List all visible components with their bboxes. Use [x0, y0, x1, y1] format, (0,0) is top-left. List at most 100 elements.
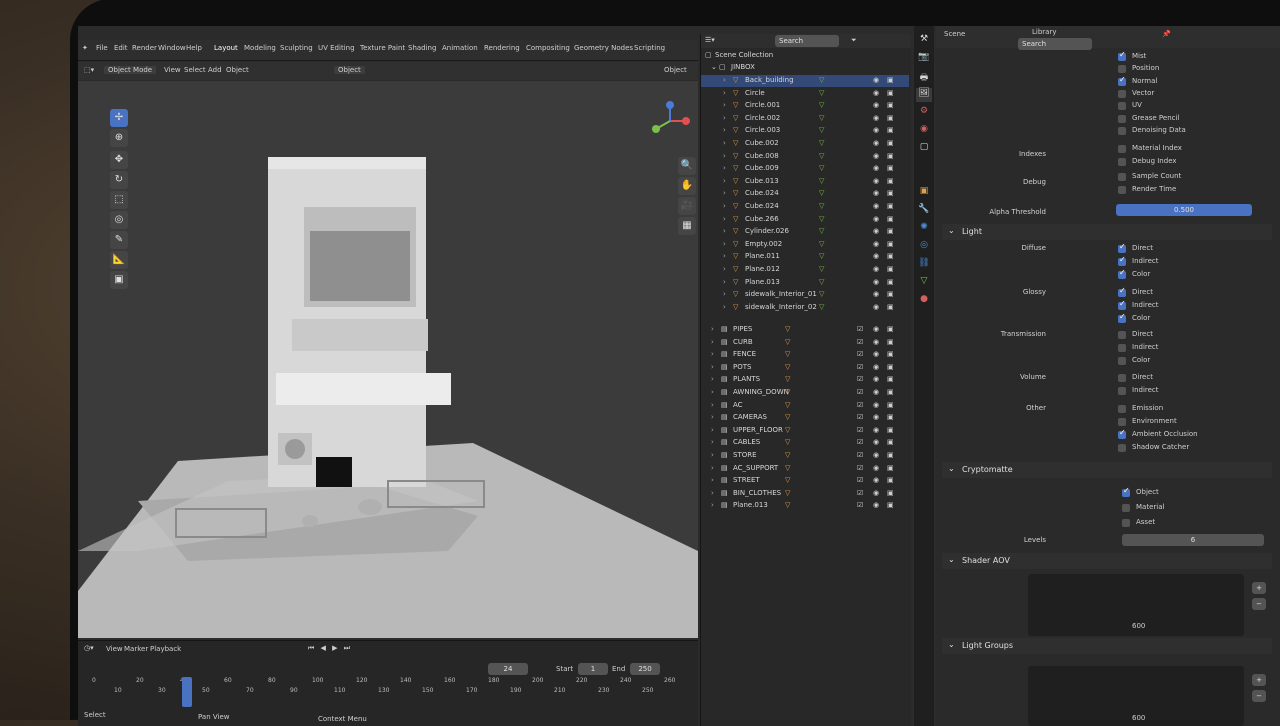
outliner-object-row[interactable]: › ▽ Circle ▽ ◉ ▣ — [701, 88, 909, 100]
outliner-object-row[interactable]: › ▽ sidewalk_Interior_02 ▽ ◉ ▣ — [701, 302, 909, 314]
outliner-collection-row[interactable]: › ▤ CABLES ▽ ☑ ◉ ▣ — [701, 437, 909, 449]
exclude-checkbox-icon[interactable]: ☑ — [857, 451, 863, 459]
render-camera-icon[interactable]: ▣ — [887, 215, 894, 223]
grid-view-icon[interactable]: ▦ — [678, 217, 696, 235]
scene-collection-row[interactable]: ▢ Scene Collection — [701, 50, 909, 62]
visibility-eye-icon[interactable]: ◉ — [873, 476, 879, 484]
visibility-eye-icon[interactable]: ◉ — [873, 114, 879, 122]
current-frame-field[interactable]: 24 — [488, 663, 528, 675]
expand-arrow-icon[interactable]: › — [723, 303, 726, 311]
outliner-object-row[interactable]: › ▽ Circle.002 ▽ ◉ ▣ — [701, 113, 909, 125]
visibility-eye-icon[interactable]: ◉ — [873, 240, 879, 248]
remove-aov-button[interactable]: − — [1252, 598, 1266, 610]
checkbox[interactable] — [1118, 173, 1126, 181]
visibility-eye-icon[interactable]: ◉ — [873, 164, 879, 172]
chevron-down-icon[interactable]: ⌄ — [948, 640, 955, 649]
visibility-eye-icon[interactable]: ◉ — [873, 375, 879, 383]
expand-arrow-icon[interactable]: › — [711, 501, 714, 509]
outliner-collection-row[interactable]: › ▤ PLANTS ▽ ☑ ◉ ▣ — [701, 374, 909, 386]
checkbox[interactable] — [1118, 428, 1126, 439]
root-collection-row[interactable]: ⌄ ▢ JINBOX — [701, 62, 909, 74]
viewport-menu-view[interactable]: View — [164, 66, 181, 74]
outliner-collection-row[interactable]: › ▤ AWNING_DOWN ▽ ☑ ◉ ▣ — [701, 387, 909, 399]
visibility-eye-icon[interactable]: ◉ — [873, 303, 879, 311]
end-frame-field[interactable]: 250 — [630, 663, 660, 675]
render-camera-icon[interactable]: ▣ — [887, 189, 894, 197]
render-camera-icon[interactable]: ▣ — [887, 363, 894, 371]
outliner-object-row[interactable]: › ▽ Plane.013 ▽ ◉ ▣ — [701, 277, 909, 289]
add-aov-button[interactable]: + — [1252, 582, 1266, 594]
visibility-eye-icon[interactable]: ◉ — [873, 413, 879, 421]
tab-modeling[interactable]: Modeling — [244, 44, 276, 52]
zoom-icon[interactable]: 🔍 — [678, 157, 696, 175]
outliner-object-row[interactable]: › ▽ Plane.012 ▽ ◉ ▣ — [701, 264, 909, 276]
data-tab-icon[interactable]: ▽ — [916, 276, 932, 290]
expand-arrow-icon[interactable]: › — [711, 375, 714, 383]
object-mode-dropdown[interactable]: Object Mode — [104, 66, 157, 74]
outliner-collection-row[interactable]: › ▤ BIN_CLOTHES ▽ ☑ ◉ ▣ — [701, 488, 909, 500]
outliner-object-row[interactable]: › ▽ Cube.002 ▽ ◉ ▣ — [701, 138, 909, 150]
visibility-eye-icon[interactable]: ◉ — [873, 89, 879, 97]
expand-arrow-icon[interactable]: › — [723, 126, 726, 134]
menu-edit[interactable]: Edit — [114, 44, 128, 52]
render-camera-icon[interactable]: ▣ — [887, 426, 894, 434]
visibility-eye-icon[interactable]: ◉ — [873, 290, 879, 298]
checkbox[interactable] — [1118, 158, 1126, 166]
checkbox[interactable] — [1118, 242, 1126, 253]
tab-animation[interactable]: Animation — [442, 44, 478, 52]
modifier-tab-icon[interactable]: 🔧 — [916, 204, 932, 218]
transform-tool-icon[interactable]: ◎ — [110, 211, 128, 229]
checkbox[interactable] — [1118, 65, 1126, 74]
expand-arrow-icon[interactable]: › — [711, 464, 714, 472]
visibility-eye-icon[interactable]: ◉ — [873, 489, 879, 497]
visibility-eye-icon[interactable]: ◉ — [873, 76, 879, 84]
outliner-collection-row[interactable]: › ▤ STREET ▽ ☑ ◉ ▣ — [701, 475, 909, 487]
playback-controls[interactable]: ⏮ ◀ ▶ ⏭ — [308, 644, 352, 653]
tab-shading[interactable]: Shading — [408, 44, 436, 52]
expand-arrow-icon[interactable]: › — [711, 438, 714, 446]
select-tool-icon[interactable]: ✢ — [110, 109, 128, 127]
view-layer-tab-icon[interactable]: 🖼 — [916, 88, 932, 102]
expand-arrow-icon[interactable]: › — [723, 227, 726, 235]
tab-sculpting[interactable]: Sculpting — [280, 44, 313, 52]
expand-arrow-icon[interactable]: › — [723, 76, 726, 84]
rotate-tool-icon[interactable]: ↻ — [110, 171, 128, 189]
expand-arrow-icon[interactable]: › — [711, 350, 714, 358]
outliner-object-row[interactable]: › ▽ Cube.009 ▽ ◉ ▣ — [701, 163, 909, 175]
outliner-editor-icon[interactable]: ☰▾ — [705, 36, 715, 44]
checkbox[interactable] — [1118, 75, 1126, 86]
expand-arrow-icon[interactable]: ⌄ — [711, 63, 717, 71]
checkbox[interactable] — [1118, 357, 1126, 365]
pan-hand-icon[interactable]: ✋ — [678, 177, 696, 195]
properties-search-input[interactable]: Search — [1018, 38, 1092, 50]
outliner-object-row[interactable]: › ▽ Cube.024 ▽ ◉ ▣ — [701, 201, 909, 213]
cryptomatte-levels-field[interactable]: 6 — [1122, 534, 1264, 546]
pin-icon[interactable]: 📌 — [1162, 30, 1171, 38]
tab-scripting[interactable]: Scripting — [634, 44, 665, 52]
remove-light-group-button[interactable]: − — [1252, 690, 1266, 702]
object-tab-icon[interactable]: ▣ — [916, 186, 932, 200]
checkbox[interactable] — [1118, 387, 1126, 395]
3d-viewport[interactable]: ✢ ⊕ ✥ ↻ ⬚ ◎ ✎ 📐 ▣ 🔍 ✋ 🎥 ▦ — [78, 81, 698, 638]
visibility-eye-icon[interactable]: ◉ — [873, 177, 879, 185]
render-camera-icon[interactable]: ▣ — [887, 101, 894, 109]
outliner-object-row[interactable]: › ▽ Back_building ▽ ◉ ▣ — [701, 75, 909, 87]
expand-arrow-icon[interactable]: › — [723, 89, 726, 97]
render-camera-icon[interactable]: ▣ — [887, 152, 894, 160]
playhead[interactable] — [182, 677, 192, 707]
render-camera-icon[interactable]: ▣ — [887, 252, 894, 260]
tab-compositing[interactable]: Compositing — [526, 44, 570, 52]
exclude-checkbox-icon[interactable]: ☑ — [857, 476, 863, 484]
visibility-eye-icon[interactable]: ◉ — [873, 426, 879, 434]
visibility-eye-icon[interactable]: ◉ — [873, 215, 879, 223]
exclude-checkbox-icon[interactable]: ☑ — [857, 363, 863, 371]
visibility-eye-icon[interactable]: ◉ — [873, 350, 879, 358]
outliner-collection-row[interactable]: › ▤ Plane.013 ▽ ☑ ◉ ▣ — [701, 500, 909, 512]
outliner-search-input[interactable]: Search — [775, 35, 839, 47]
outliner-object-row[interactable]: › ▽ Plane.011 ▽ ◉ ▣ — [701, 251, 909, 263]
scene-tab-icon[interactable]: ⚙ — [916, 106, 932, 120]
render-camera-icon[interactable]: ▣ — [887, 76, 894, 84]
checkbox[interactable] — [1118, 186, 1126, 194]
menu-help[interactable]: Help — [186, 44, 202, 52]
expand-arrow-icon[interactable]: › — [723, 265, 726, 273]
